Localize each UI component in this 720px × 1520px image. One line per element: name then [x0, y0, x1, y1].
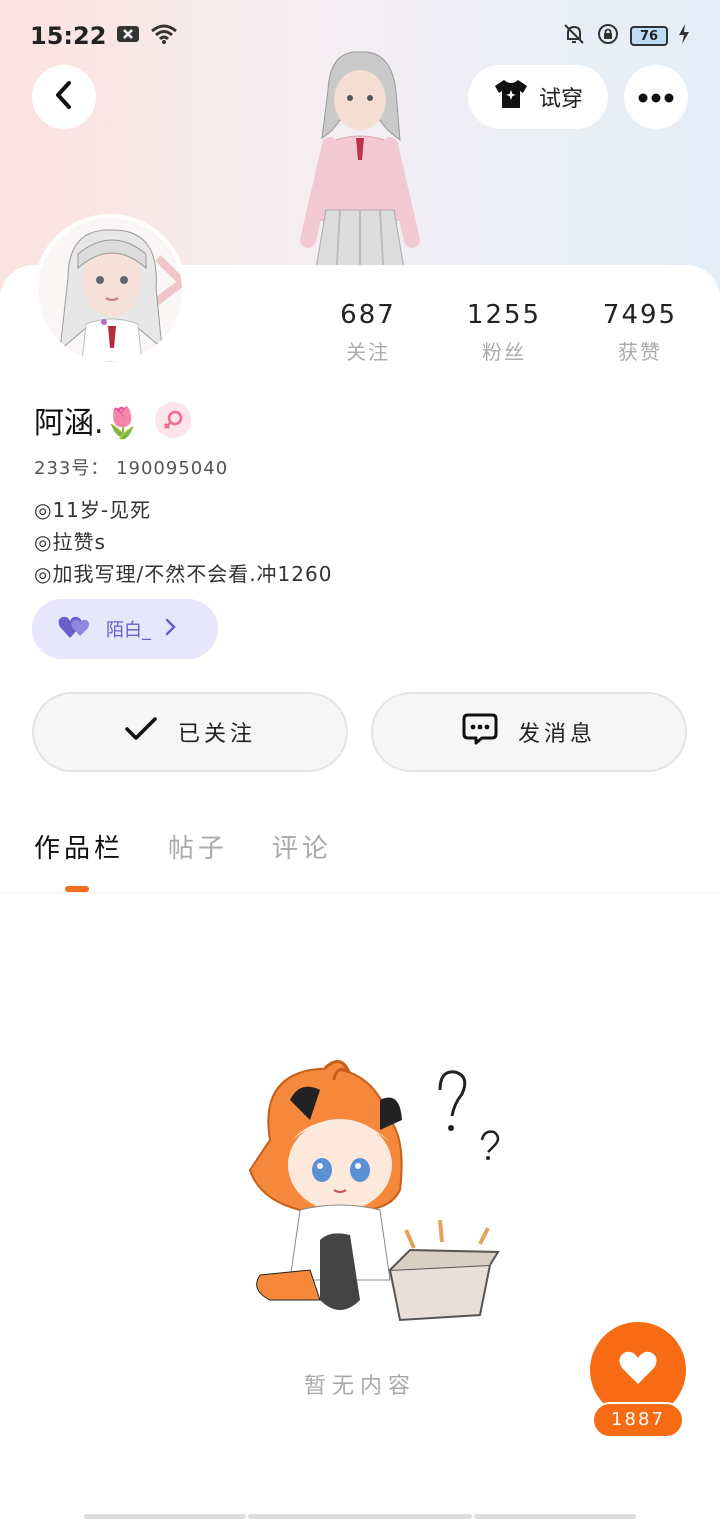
- chevron-left-icon: [54, 80, 74, 114]
- chevron-right-icon: [165, 618, 177, 641]
- profile-stats: 687 关注 1255 粉丝 7495 获赞: [300, 300, 720, 365]
- chat-bubble-icon: [462, 712, 498, 752]
- bio-line: ◎拉赞s: [34, 530, 106, 554]
- bio: ◎11岁-见死 ◎拉赞s ◎加我写理/不然不会看.冲1260: [34, 494, 332, 590]
- try-on-button[interactable]: 试穿: [468, 65, 608, 129]
- heart-icon: [618, 1350, 658, 1390]
- nav-bar-segment: [474, 1514, 636, 1519]
- stat-fans[interactable]: 1255 粉丝: [436, 300, 572, 365]
- stat-following[interactable]: 687 关注: [300, 300, 436, 365]
- dressup-character-figure: [280, 50, 440, 281]
- stat-likes-count: 7495: [602, 300, 678, 330]
- cp-name: 陌白_: [106, 620, 151, 641]
- tshirt-icon: [493, 78, 529, 116]
- double-heart-icon: [58, 614, 92, 645]
- lock-rotation-icon: [596, 22, 620, 50]
- stat-following-label: 关注: [346, 340, 390, 364]
- avatar[interactable]: [34, 214, 186, 366]
- username-row: 阿涵.🌷: [34, 398, 191, 442]
- nav-bar-segment: [84, 1514, 246, 1519]
- cp-relationship-chip[interactable]: 陌白_: [32, 599, 218, 659]
- like-count: 1887: [592, 1402, 684, 1438]
- tab-comments[interactable]: 评论: [272, 828, 332, 865]
- tab-divider: [0, 892, 720, 893]
- bio-line: ◎11岁-见死: [34, 498, 152, 522]
- notification-x-icon: [116, 24, 140, 48]
- battery-indicator: 76: [630, 26, 668, 46]
- female-gender-icon: [154, 402, 191, 438]
- stat-likes-label: 获赞: [618, 340, 662, 364]
- stat-fans-label: 粉丝: [482, 340, 526, 364]
- stat-fans-count: 1255: [466, 300, 542, 330]
- username: 阿涵.🌷: [34, 406, 141, 441]
- checkmark-icon: [124, 716, 158, 748]
- stat-following-count: 687: [340, 300, 396, 330]
- stat-likes[interactable]: 7495 获赞: [572, 300, 708, 365]
- tab-posts[interactable]: 帖子: [168, 828, 228, 865]
- try-on-label: 试穿: [538, 87, 583, 112]
- empty-state-illustration: [230, 1060, 510, 1330]
- send-message-button[interactable]: 发消息: [371, 692, 687, 772]
- wifi-icon: [150, 23, 178, 49]
- back-button[interactable]: [32, 65, 96, 129]
- tab-works[interactable]: 作品栏: [34, 828, 124, 865]
- following-button[interactable]: 已关注: [32, 692, 348, 772]
- content-tabs: 作品栏 帖子 评论: [34, 828, 332, 865]
- user-id: 233号： 190095040: [34, 458, 229, 479]
- send-message-label: 发消息: [517, 722, 596, 747]
- following-label: 已关注: [177, 722, 256, 747]
- nav-bar-segment: [248, 1514, 472, 1519]
- charging-icon: [678, 23, 690, 49]
- status-time: 15:22: [30, 22, 107, 50]
- bio-line: ◎加我写理/不然不会看.冲1260: [34, 562, 333, 586]
- more-options-button[interactable]: [624, 65, 688, 129]
- bell-muted-icon: [562, 22, 586, 50]
- more-dots-icon: [638, 88, 674, 107]
